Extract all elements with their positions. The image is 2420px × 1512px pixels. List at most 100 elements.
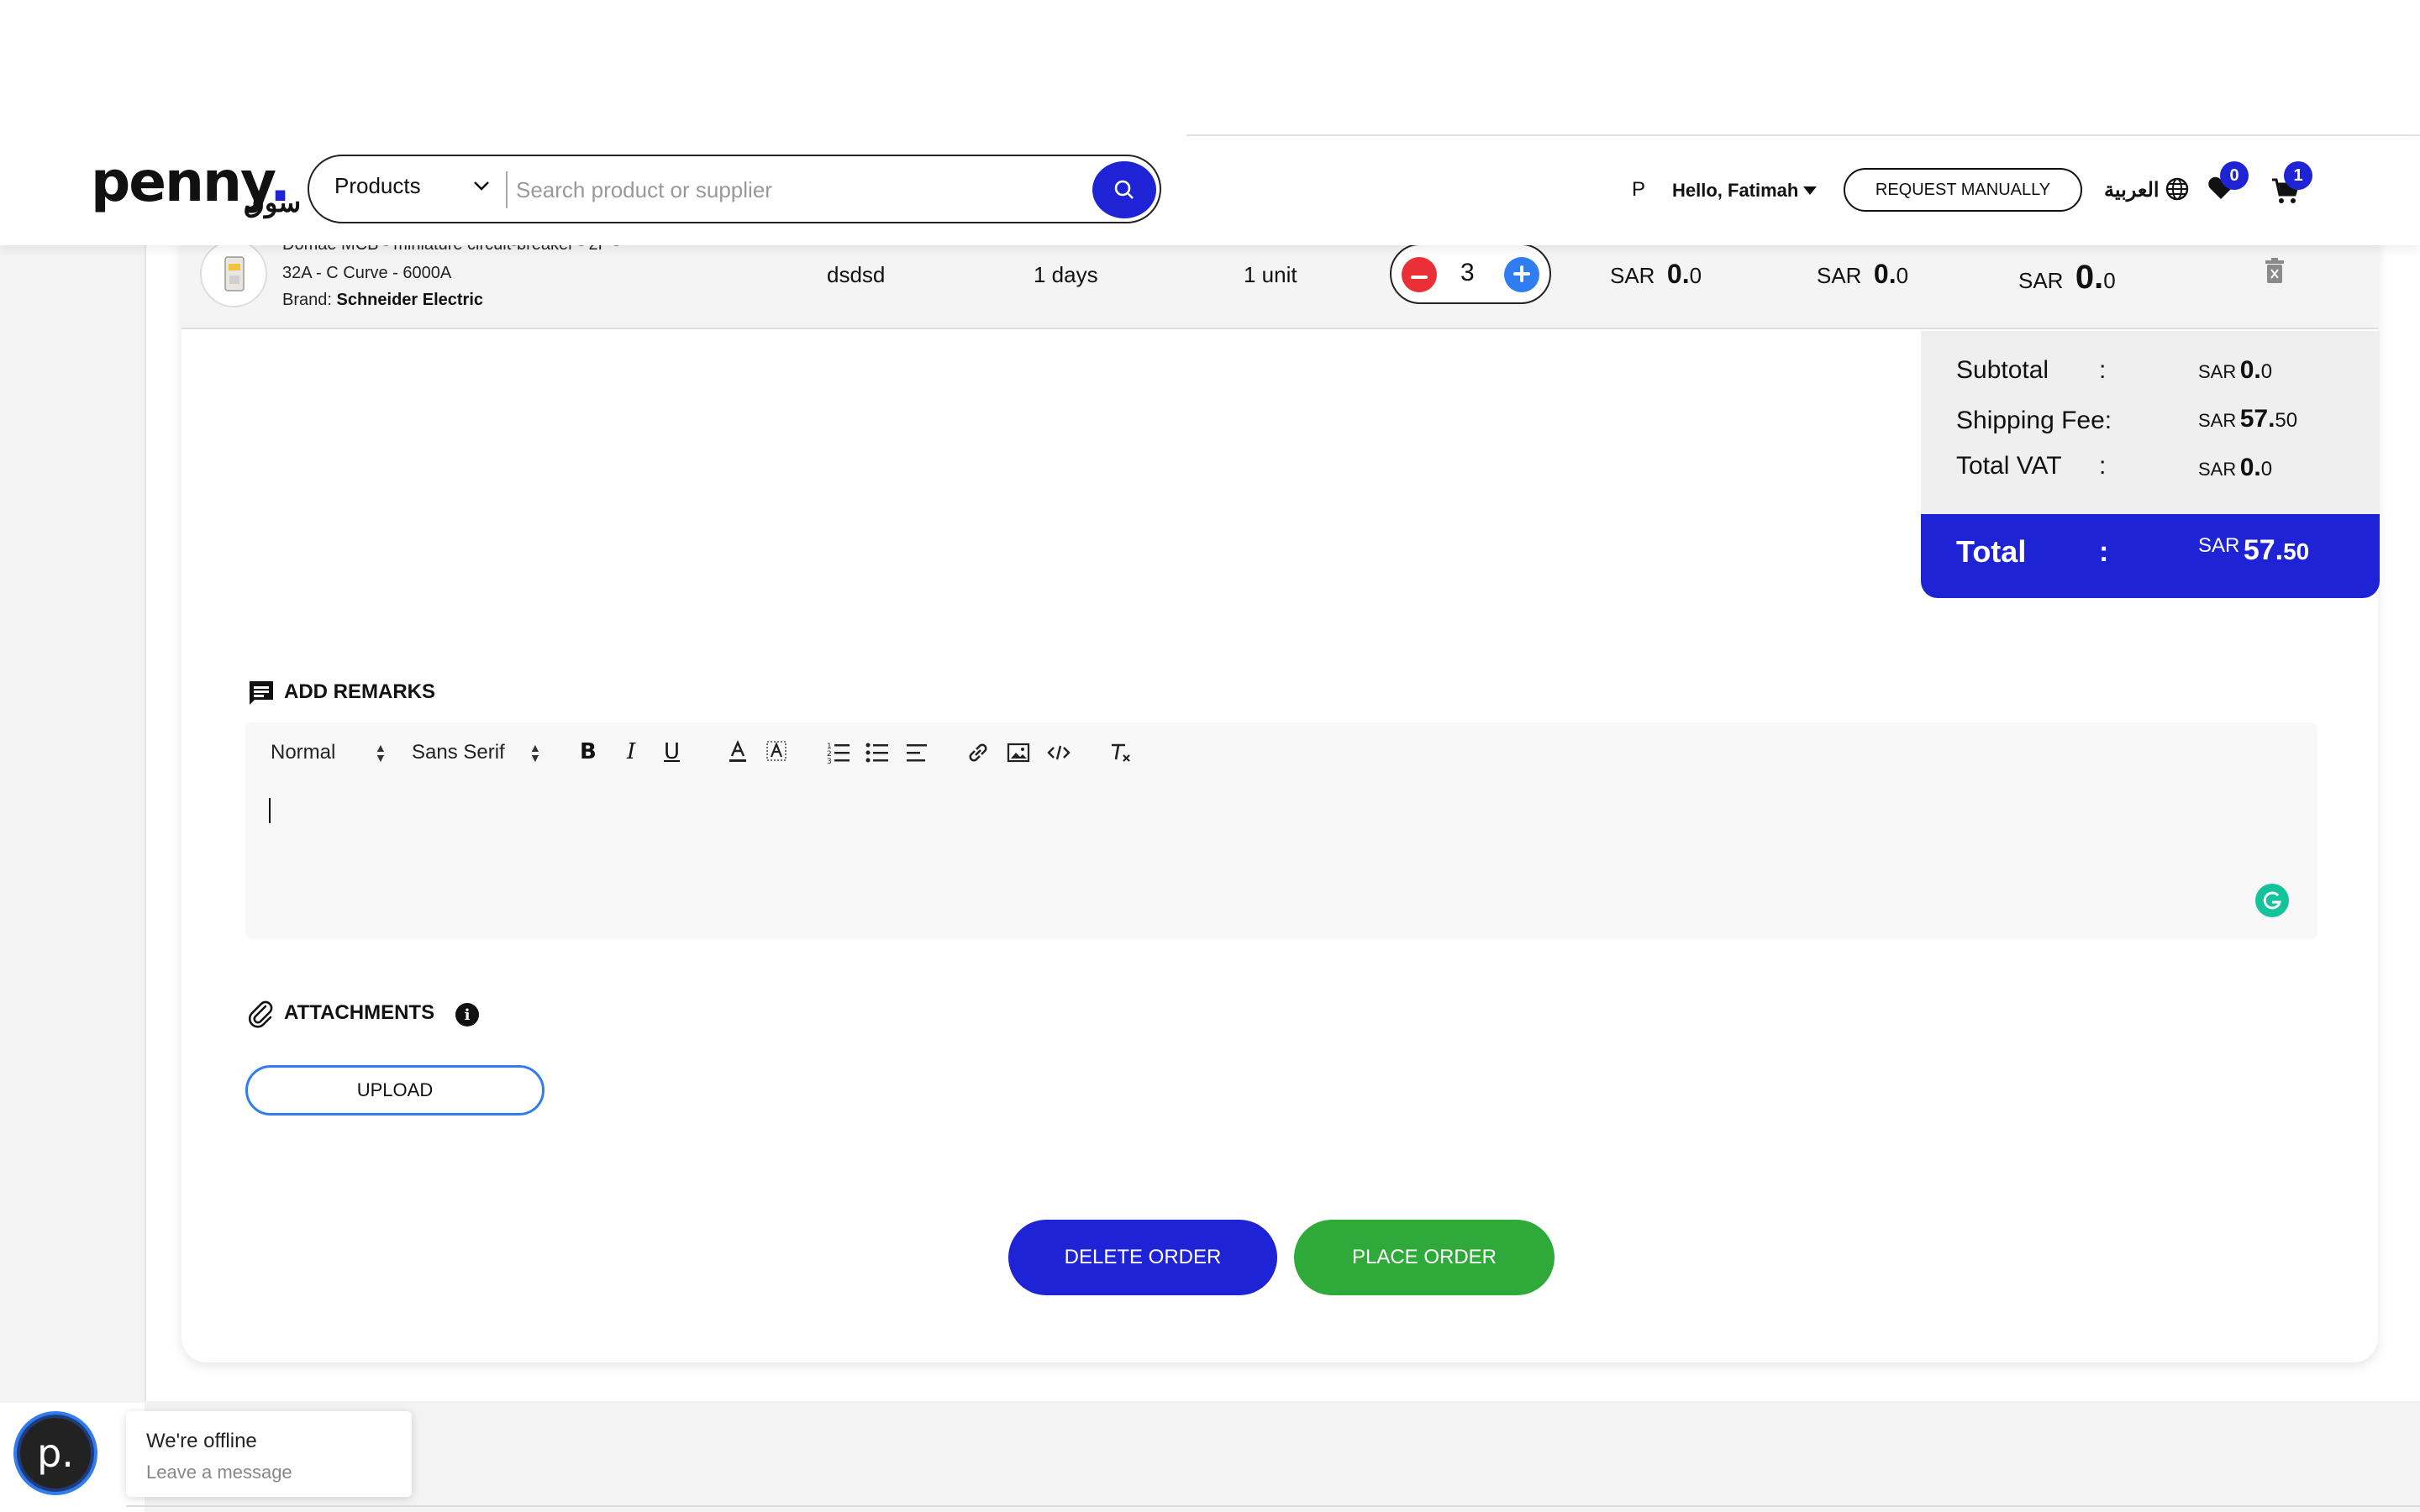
chat-launcher-button[interactable]: p. [13, 1411, 97, 1495]
decrease-quantity-button[interactable] [1402, 257, 1437, 292]
grand-total-value: SAR 57.50 [2198, 534, 2309, 567]
wishlist-count-badge: 0 [2220, 161, 2249, 190]
image-icon[interactable] [1005, 739, 1032, 764]
clear-formatting-icon[interactable] [1107, 739, 1134, 764]
format-select-arrows-icon[interactable]: ▲ ▼ [375, 742, 387, 764]
subtotal-value: SAR 0.0 [2198, 356, 2272, 385]
plus-icon [1513, 265, 1530, 282]
user-menu-caret-icon[interactable] [1803, 186, 1817, 195]
line-total-currency: SAR [2018, 268, 2064, 293]
shipping-fee-label: Shipping Fee: [1956, 407, 2112, 434]
delete-order-button[interactable]: DELETE ORDER [1008, 1220, 1277, 1295]
chevron-down-icon[interactable] [472, 176, 491, 195]
svg-text:3: 3 [827, 758, 832, 766]
language-toggle[interactable]: العربية [2104, 178, 2160, 202]
comment-icon [247, 679, 276, 707]
chat-status[interactable]: We're offline [146, 1430, 257, 1453]
bold-button[interactable]: B [580, 739, 597, 764]
grand-total-label: Total [1956, 534, 2027, 569]
minus-icon [1411, 275, 1428, 279]
product-name-line-2[interactable]: 32A - C Curve - 6000A [282, 264, 451, 283]
line-total-price: SAR 0.0 [2018, 259, 2116, 297]
footer-divider [126, 1505, 2420, 1507]
vat-price-decimal: 0 [1896, 263, 1909, 288]
vat-price-integer: 0. [1873, 259, 1897, 289]
remarks-heading: ADD REMARKS [284, 680, 435, 703]
chat-leave-message[interactable]: Leave a message [146, 1462, 292, 1483]
product-brand: Brand: Schneider Electric [282, 291, 483, 310]
shipping-fee-value: SAR 57.50 [2198, 405, 2297, 433]
vat-price: SAR 0.0 [1817, 259, 1908, 290]
subtotal-currency: SAR [2198, 361, 2237, 382]
product-thumbnail[interactable] [200, 240, 267, 307]
code-icon[interactable] [1045, 739, 1072, 764]
unit-price-currency: SAR [1610, 263, 1655, 288]
upload-button[interactable]: UPLOAD [245, 1065, 544, 1116]
attachments-heading: ATTACHMENTS [284, 1001, 435, 1024]
search-divider [506, 171, 508, 208]
search-icon [1114, 180, 1134, 199]
logo-text: penny [91, 150, 271, 214]
total-vat-colon: : [2099, 452, 2107, 480]
underline-button[interactable]: U [664, 739, 680, 764]
place-order-button[interactable]: PLACE ORDER [1294, 1220, 1555, 1295]
shipping-decimal: 50 [2275, 409, 2298, 432]
grand-total-decimal: 50 [2283, 538, 2310, 564]
delivery-time-cell: 1 days [1034, 262, 1098, 287]
left-sidebar-background [0, 244, 146, 1403]
bullet-list-icon[interactable] [864, 739, 891, 764]
category-select[interactable]: Products [334, 173, 421, 199]
total-vat-currency: SAR [2198, 459, 2237, 480]
text-color-icon[interactable] [724, 738, 751, 763]
unit-price-integer: 0. [1666, 259, 1690, 289]
subtotal-integer: 0. [2239, 356, 2261, 384]
grand-total-colon: : [2099, 536, 2109, 568]
brand-name: Schneider Electric [336, 291, 484, 309]
grand-total-currency: SAR [2198, 534, 2240, 557]
font-select[interactable]: Sans Serif [412, 741, 505, 764]
supplier-cell: dsdsd [827, 262, 886, 287]
shipping-integer: 57. [2239, 405, 2275, 433]
remarks-editor[interactable] [245, 722, 2317, 939]
logo-arabic-text: سوق [244, 187, 302, 218]
align-left-icon[interactable] [904, 739, 931, 764]
vat-price-currency: SAR [1817, 263, 1862, 288]
request-manually-button[interactable]: REQUEST MANUALLY [1844, 168, 2082, 212]
brand-label: Brand: [282, 291, 332, 309]
user-initial[interactable]: P [1632, 178, 1645, 202]
globe-icon[interactable] [2165, 176, 2190, 202]
quantity-value[interactable]: 3 [1460, 259, 1475, 287]
unit-price-decimal: 0 [1689, 263, 1702, 288]
format-select[interactable]: Normal [271, 741, 335, 764]
shipping-currency: SAR [2198, 410, 2237, 431]
total-vat-decimal: 0 [2260, 458, 2273, 480]
search-button[interactable] [1092, 161, 1156, 218]
increase-quantity-button[interactable] [1504, 257, 1539, 292]
italic-button[interactable]: I [627, 739, 635, 764]
total-vat-value: SAR 0.0 [2198, 454, 2272, 482]
ordered-list-icon[interactable]: 123 [825, 739, 852, 766]
line-total-decimal: 0 [2103, 268, 2116, 293]
chat-bubble[interactable] [126, 1411, 412, 1497]
link-icon[interactable] [965, 739, 992, 764]
user-greeting[interactable]: Hello, Fatimah [1672, 180, 1798, 202]
circuit-breaker-image [224, 256, 245, 291]
total-vat-integer: 0. [2239, 454, 2261, 481]
total-vat-label: Total VAT [1956, 452, 2062, 480]
subtotal-label: Subtotal [1956, 356, 2049, 384]
background-color-icon[interactable] [763, 738, 790, 763]
search-input[interactable] [514, 168, 1089, 212]
unit-price: SAR 0.0 [1610, 259, 1702, 290]
text-cursor [269, 798, 271, 823]
grand-total-integer: 57. [2243, 534, 2284, 566]
grammarly-icon[interactable] [2255, 884, 2289, 917]
subtotal-decimal: 0 [2260, 360, 2273, 383]
unit-cell: 1 unit [1244, 262, 1297, 287]
font-select-arrows-icon[interactable]: ▲ ▼ [529, 742, 541, 764]
chat-avatar: p. [20, 1418, 91, 1488]
info-icon[interactable]: i [455, 1003, 479, 1026]
line-total-integer: 0. [2075, 259, 2104, 296]
subtotal-colon: : [2099, 356, 2107, 384]
paperclip-icon [247, 1000, 276, 1028]
trash-icon[interactable] [2264, 257, 2286, 284]
